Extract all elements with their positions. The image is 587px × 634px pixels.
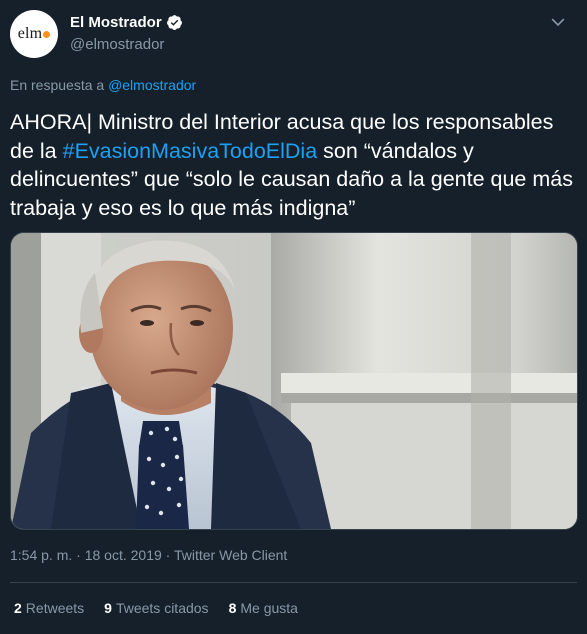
avatar[interactable]: elm: [10, 10, 58, 58]
author-handle[interactable]: @elmostrador: [70, 36, 164, 53]
hashtag-link[interactable]: #EvasionMasivaTodoElDia: [63, 139, 318, 163]
tweet-photo[interactable]: [10, 232, 578, 530]
tweet-text: AHORA| Ministro del Interior acusa que l…: [10, 108, 580, 222]
reply-prefix: En respuesta a: [10, 77, 105, 93]
logo-dot-icon: [43, 30, 51, 38]
avatar-logo-text: elm: [17, 25, 43, 42]
tweet-time[interactable]: 1:54 p. m.: [10, 547, 72, 563]
quote-tweets-stat[interactable]: 9 Tweets citados: [104, 600, 208, 616]
author-name[interactable]: El Mostrador: [70, 14, 162, 31]
quote-tweets-count: 9: [104, 600, 112, 616]
quote-tweets-label: Tweets citados: [115, 600, 209, 616]
divider-top: [10, 582, 577, 583]
retweets-label: Retweets: [25, 600, 85, 616]
meta-separator-1: ·: [76, 547, 81, 563]
retweets-stat[interactable]: 2 Retweets: [14, 600, 84, 616]
tweet-date[interactable]: 18 oct. 2019: [85, 547, 162, 563]
likes-label: Me gusta: [240, 600, 298, 616]
author-name-row[interactable]: El Mostrador: [70, 14, 183, 31]
chevron-down-icon[interactable]: [548, 12, 568, 32]
tweet-stats: 2 Retweets 9 Tweets citados 8 Me gusta: [14, 600, 318, 616]
reply-mention-link[interactable]: @elmostrador: [108, 77, 196, 93]
likes-stat[interactable]: 8 Me gusta: [229, 600, 298, 616]
reply-context: En respuesta a @elmostrador: [10, 77, 196, 93]
retweets-count: 2: [14, 600, 22, 616]
verified-badge-icon: [166, 15, 182, 30]
tweet-header: elm El Mostrador @elmostrador: [0, 0, 587, 70]
meta-separator-2: ·: [165, 547, 171, 563]
tweet-client[interactable]: Twitter Web Client: [174, 547, 287, 563]
likes-count: 8: [228, 600, 237, 616]
tweet-metadata: 1:54 p. m. · 18 oct. 2019 · Twitter Web …: [10, 547, 287, 563]
